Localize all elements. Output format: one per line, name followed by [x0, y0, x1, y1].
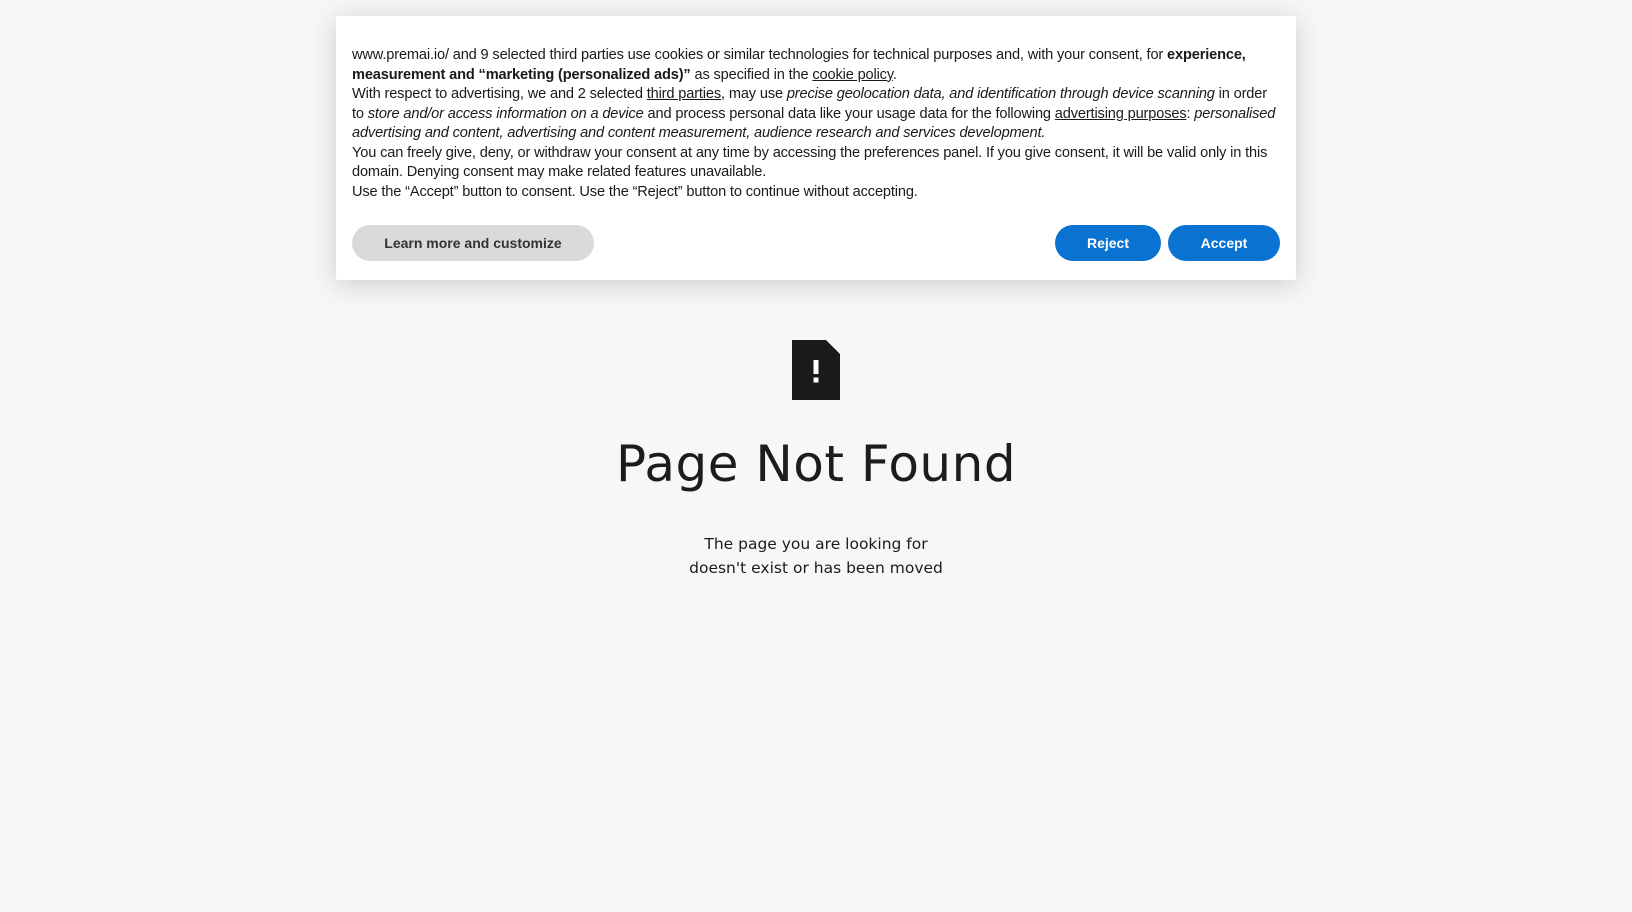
- not-found-section: Page Not Found The page you are looking …: [0, 340, 1632, 580]
- not-found-description: The page you are looking for doesn't exi…: [0, 532, 1632, 580]
- cookie-consent-text: www.premai.io/ and 9 selected third part…: [352, 46, 1280, 202]
- consent-paragraph-4: Use the “Accept” button to consent. Use …: [352, 183, 918, 200]
- consent-text: , may use: [721, 86, 787, 102]
- consent-text: as specified in the: [690, 66, 813, 83]
- consent-text: and process personal data like your usag…: [643, 105, 1055, 122]
- reject-button[interactable]: Reject: [1055, 225, 1161, 261]
- consent-paragraph-3: You can freely give, deny, or withdraw y…: [352, 144, 1268, 181]
- cookie-actions: Learn more and customize Reject Accept: [352, 225, 1280, 261]
- page-title: Page Not Found: [615, 435, 1017, 493]
- description-line: The page you are looking for: [704, 535, 928, 553]
- consent-paragraph-1: www.premai.io/ and 9 selected third part…: [352, 46, 1280, 85]
- cookie-policy-link[interactable]: cookie policy: [812, 67, 893, 83]
- consent-italic-text: precise geolocation data, and identifica…: [786, 86, 1215, 102]
- consent-text: .: [892, 66, 897, 83]
- consent-text: www.premai.io/ and 9 selected third part…: [352, 47, 1168, 63]
- description-line: doesn't exist or has been moved: [689, 559, 943, 577]
- consent-text: With respect to advertising, we and 2 se…: [352, 86, 647, 102]
- consent-italic-text: store and/or access information on a dev…: [367, 105, 644, 122]
- advertising-purposes-link[interactable]: advertising purposes: [1055, 106, 1187, 122]
- consent-paragraph-2: With respect to advertising, we and 2 se…: [352, 85, 1280, 144]
- document-alert-icon: [792, 340, 840, 400]
- cookie-consent-banner: www.premai.io/ and 9 selected third part…: [336, 16, 1296, 280]
- learn-more-customize-button[interactable]: Learn more and customize: [352, 225, 594, 261]
- third-parties-link[interactable]: third parties: [647, 86, 721, 102]
- accept-button[interactable]: Accept: [1168, 225, 1280, 261]
